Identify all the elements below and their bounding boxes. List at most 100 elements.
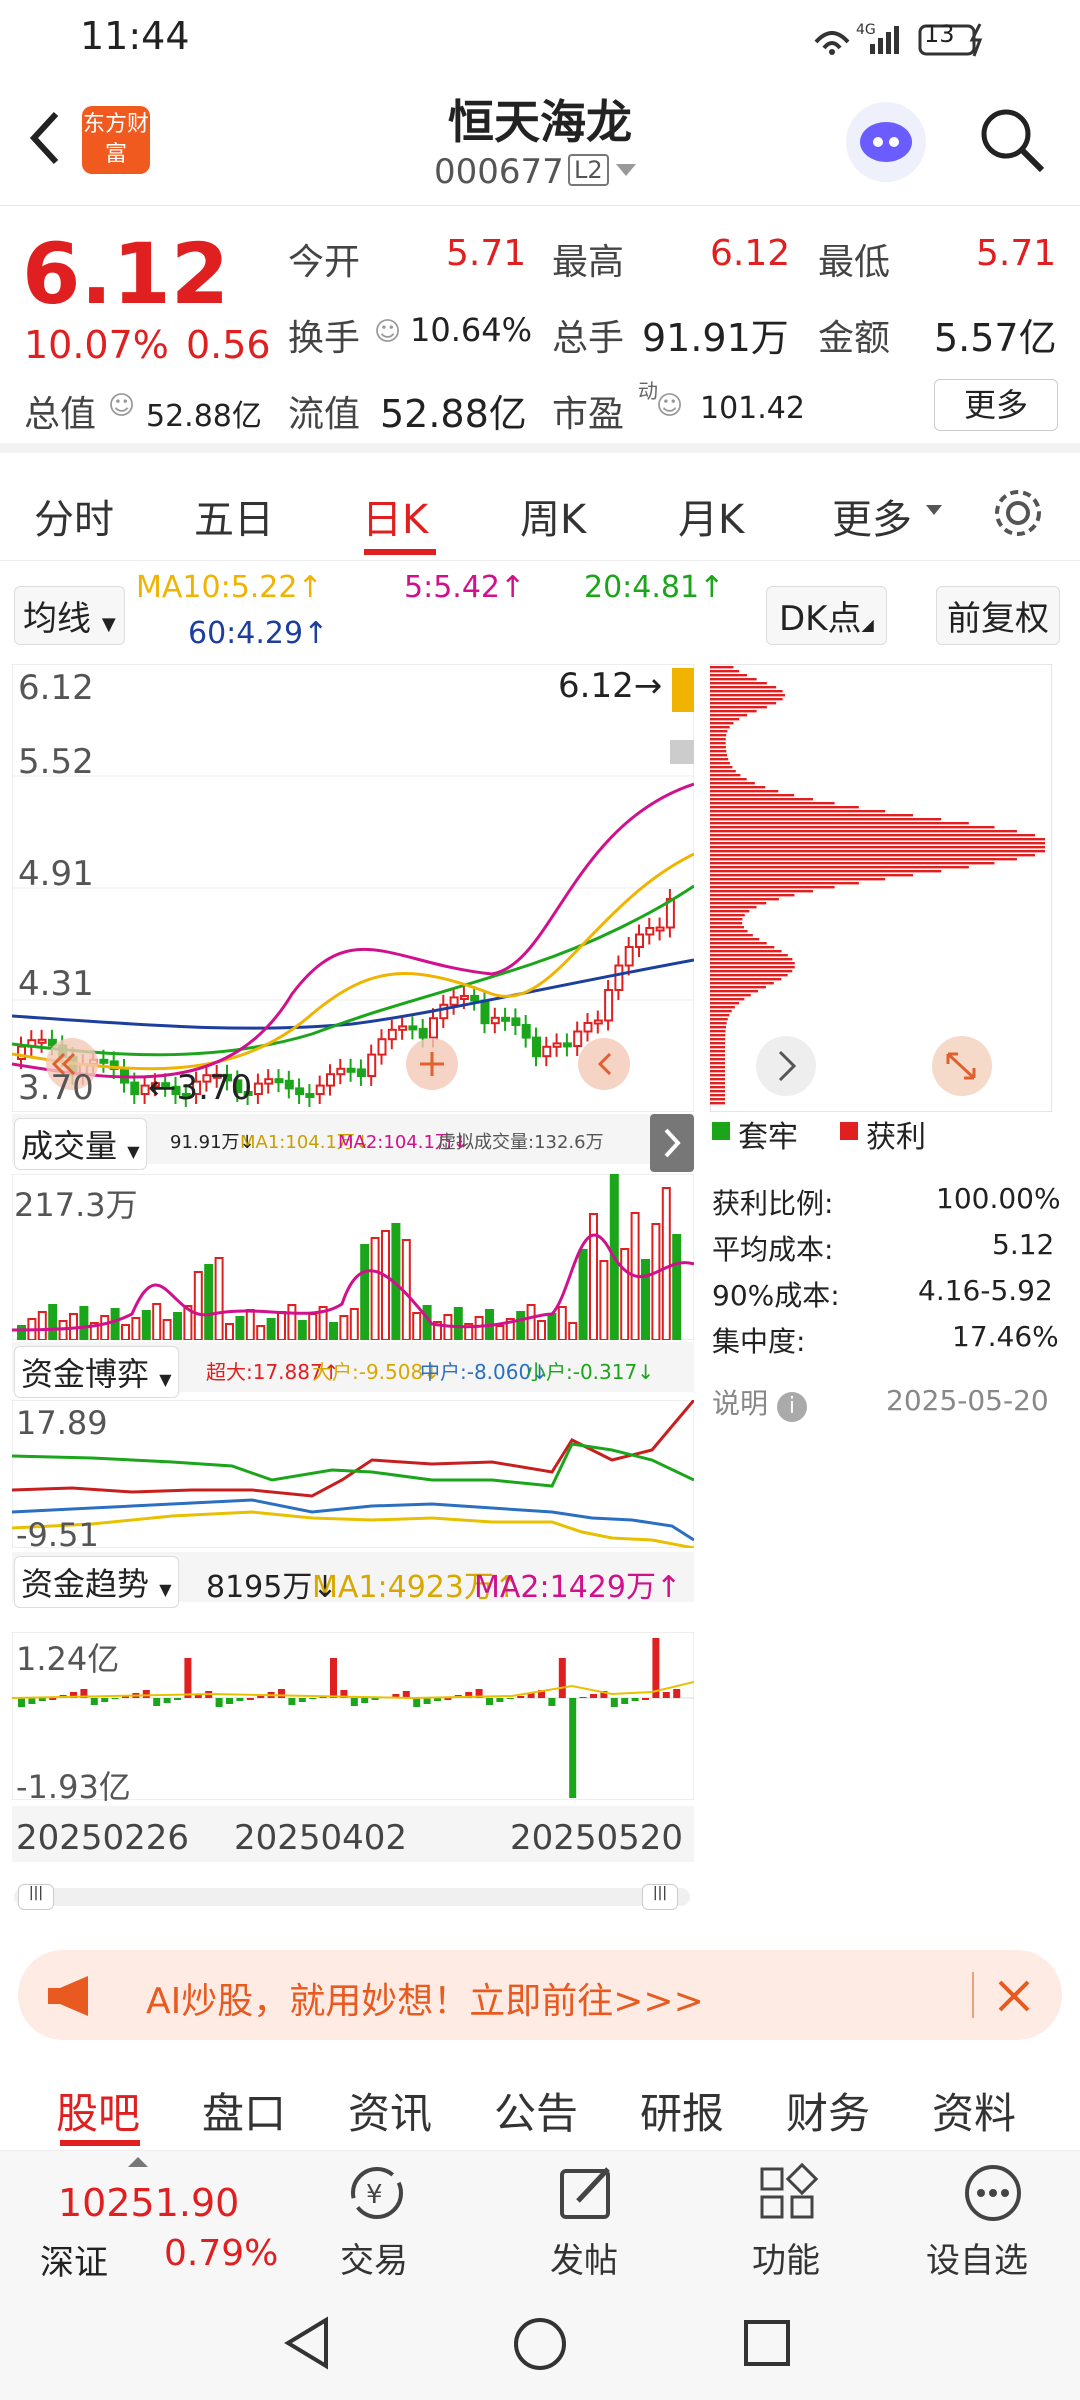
volume-bar — [568, 1322, 578, 1340]
nav-back-icon[interactable] — [282, 2316, 332, 2370]
candle — [274, 1078, 284, 1084]
info-icon[interactable]: ☺ — [108, 391, 135, 421]
nav-recents-icon[interactable] — [742, 2318, 792, 2368]
stock-code: 000677 — [434, 152, 564, 192]
candle — [346, 1067, 356, 1073]
tab-minute[interactable]: 分时 — [34, 487, 114, 545]
volume-bar — [256, 1325, 266, 1340]
expand-panel-button[interactable] — [650, 1114, 694, 1172]
candle — [305, 1093, 315, 1098]
volume-bar — [162, 1319, 172, 1340]
adjust-button[interactable]: 前复权 — [936, 586, 1060, 645]
chip-bar — [710, 806, 859, 809]
more-button[interactable]: 更多 — [934, 379, 1058, 431]
app-logo[interactable]: 东方财富 — [82, 106, 150, 174]
low-label: 最低 — [818, 242, 891, 283]
chip-key: 集中度: — [712, 1325, 806, 1358]
search-icon[interactable] — [976, 104, 1048, 176]
chip-key: 获利比例: — [712, 1187, 834, 1220]
volume-bar — [620, 1248, 630, 1340]
tab-research[interactable]: 研报 — [640, 2080, 724, 2141]
trade-button[interactable]: ¥ 交易 — [322, 2151, 432, 2283]
candle — [562, 1042, 572, 1048]
chip-bar — [710, 766, 733, 769]
volume-bar — [37, 1311, 47, 1340]
tab-news[interactable]: 资讯 — [348, 2080, 432, 2141]
volume-bar — [100, 1315, 110, 1340]
trend-bar — [278, 1689, 285, 1698]
chip-bar — [710, 854, 1036, 857]
tab-pankou[interactable]: 盘口 — [202, 2080, 286, 2141]
chip-bar — [710, 982, 774, 985]
tab-five-day[interactable]: 五日 — [194, 487, 274, 545]
chip-bar — [710, 790, 779, 793]
index-ticker[interactable]: 10251.90 深证 0.79% — [0, 2151, 290, 2283]
chip-distribution-chart[interactable] — [710, 664, 1052, 1112]
chip-bar — [710, 1074, 726, 1077]
gear-icon[interactable] — [990, 485, 1046, 541]
nav-home-icon[interactable] — [512, 2316, 568, 2372]
tab-guba[interactable]: 股吧 — [56, 2080, 140, 2141]
trend-bar — [423, 1698, 431, 1704]
kline-chart[interactable] — [12, 664, 694, 1112]
candle — [418, 1028, 428, 1039]
range-handle-left[interactable]: ||| — [18, 1884, 54, 1910]
add-watchlist-button[interactable]: 设自选 — [922, 2151, 1062, 2283]
ai-promo-banner[interactable]: AI炒股，就用妙想！立即前往>>> — [18, 1950, 1062, 2040]
tab-finance[interactable]: 财务 — [786, 2080, 870, 2141]
chip-value: 100.00% — [936, 1182, 1061, 1215]
price-marker — [670, 740, 694, 764]
info-icon[interactable]: ☺ — [374, 317, 401, 347]
date-label: 20250402 — [234, 1818, 408, 1858]
volume-select[interactable]: 成交量 ▼ — [14, 1118, 147, 1170]
volume-bar — [651, 1223, 661, 1340]
chip-bar — [710, 814, 914, 817]
trend-select[interactable]: 资金趋势 ▼ — [14, 1556, 179, 1608]
volume-value: 91.91万 — [642, 316, 789, 360]
capital-select[interactable]: 资金博弈 ▼ — [14, 1346, 179, 1398]
ma-select[interactable]: 均线 ▼ — [14, 586, 125, 645]
virtual-volume: 虚拟成交量:132.6万 — [438, 1132, 604, 1153]
ai-robot-avatar[interactable] — [846, 102, 926, 182]
dk-point-button[interactable]: DK点◢ — [766, 586, 887, 645]
chip-next-button — [756, 1036, 816, 1096]
candle — [37, 1038, 47, 1044]
chip-bar — [710, 714, 748, 717]
tab-weekly-k[interactable]: 周K — [520, 487, 586, 545]
tab-profile[interactable]: 资料 — [932, 2080, 1016, 2141]
candle — [521, 1024, 531, 1039]
tab-daily-k[interactable]: 日K — [362, 487, 428, 545]
tab-more[interactable]: 更多 — [832, 487, 912, 545]
trend-bar — [673, 1689, 681, 1698]
banner-divider — [972, 1972, 974, 2018]
candle — [645, 927, 655, 936]
info-icon[interactable]: ☺ — [656, 391, 683, 421]
post-button[interactable]: 发帖 — [532, 2151, 642, 2283]
candle — [573, 1030, 583, 1047]
back-icon[interactable] — [24, 108, 64, 168]
close-icon[interactable] — [994, 1976, 1034, 2016]
trend-bar — [90, 1698, 98, 1705]
chip-bar — [710, 846, 1045, 849]
content-tabs: 股吧 盘口 资讯 公告 研报 财务 资料 — [0, 2058, 1080, 2150]
chip-bar — [710, 838, 1045, 841]
volume-bar — [474, 1316, 484, 1340]
tab-monthly-k[interactable]: 月K — [678, 487, 744, 545]
volume-bar — [672, 1234, 682, 1340]
range-handle-right[interactable]: ||| — [642, 1884, 678, 1910]
candle — [439, 1003, 449, 1020]
volume-bar — [495, 1325, 505, 1340]
trend-bar — [298, 1698, 306, 1702]
volume-bar — [537, 1320, 546, 1340]
volume-bar — [58, 1320, 68, 1340]
functions-button[interactable]: 功能 — [734, 2151, 844, 2283]
trend-bar — [548, 1698, 556, 1706]
chip-note-link[interactable]: 说明 i — [712, 1382, 807, 1422]
range-scrollbar[interactable]: ||| ||| — [14, 1884, 690, 1910]
tab-announcements[interactable]: 公告 — [494, 2080, 578, 2141]
chip-bar — [710, 1022, 727, 1025]
pe-value: 101.42 — [700, 391, 805, 426]
dropdown-icon[interactable] — [616, 164, 636, 178]
volume-bar — [329, 1322, 338, 1340]
candle — [99, 1058, 109, 1064]
